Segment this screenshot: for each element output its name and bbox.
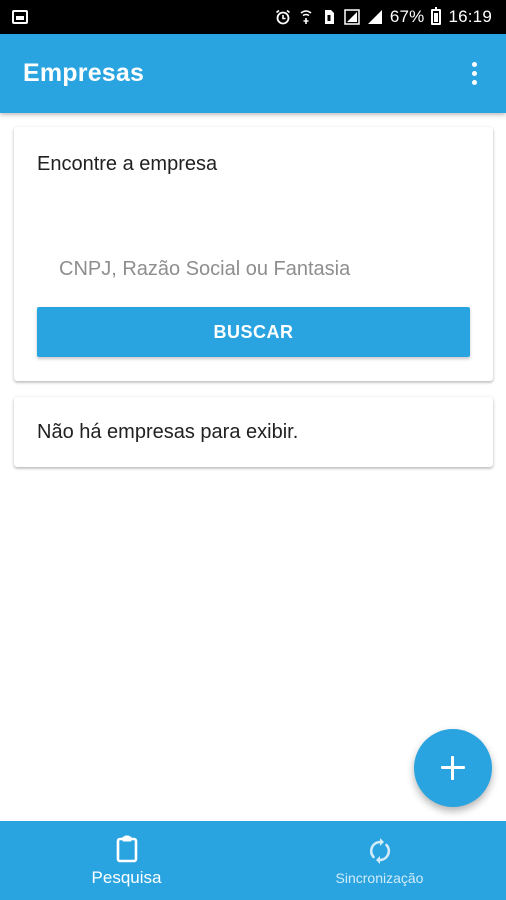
clock: 16:19 <box>448 7 492 26</box>
nav-label-sincronizacao: Sincronização <box>335 869 424 886</box>
sync-icon <box>369 837 390 864</box>
gallery-notification-icon <box>12 10 28 24</box>
signal-icon <box>344 9 360 25</box>
empty-results-message: Não há empresas para exibir. <box>37 421 299 443</box>
bottom-navigation: Pesquisa Sincronização <box>0 821 506 900</box>
clipboard-icon <box>116 835 137 862</box>
plus-icon <box>441 756 465 780</box>
sim-card-icon <box>324 10 334 24</box>
page-title: Empresas <box>23 59 145 87</box>
search-button[interactable]: BUSCAR <box>37 307 470 357</box>
search-heading: Encontre a empresa <box>37 153 218 175</box>
battery-icon <box>431 7 442 25</box>
wifi-call-icon <box>300 10 312 24</box>
status-bar: 67% 16:19 <box>0 0 506 34</box>
nav-label-pesquisa: Pesquisa <box>91 867 162 887</box>
battery-percent: 67% <box>389 7 425 26</box>
add-company-button[interactable] <box>414 729 492 807</box>
search-input[interactable] <box>37 251 470 287</box>
nav-item-pesquisa[interactable]: Pesquisa <box>0 821 253 900</box>
search-card: Encontre a empresa BUSCAR <box>14 127 493 381</box>
nav-item-sincronizacao[interactable]: Sincronização <box>253 821 506 900</box>
results-card: Não há empresas para exibir. <box>14 397 493 467</box>
app-bar: Empresas <box>0 34 506 113</box>
alarm-icon <box>275 9 290 25</box>
cell-signal-icon <box>367 10 382 24</box>
overflow-menu-icon[interactable] <box>464 60 484 88</box>
